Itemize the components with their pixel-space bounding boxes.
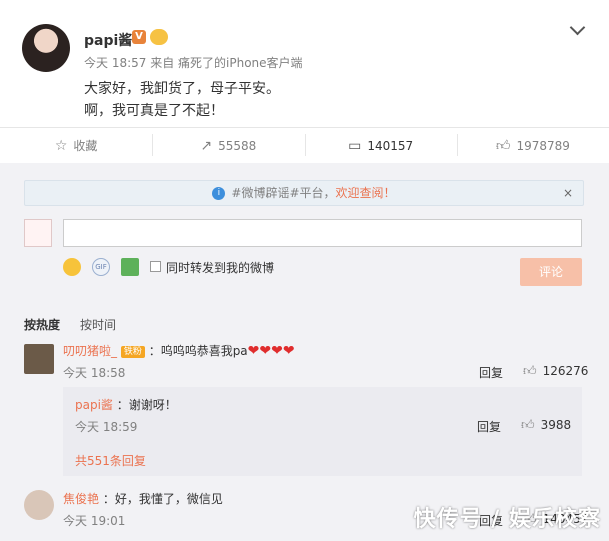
repost-button[interactable]: ↗ 55588 [152, 128, 304, 163]
chevron-down-icon[interactable] [569, 19, 586, 36]
commenter-name[interactable]: 叨叨猪啦_ [63, 344, 117, 358]
sort-by-time[interactable]: 按时间 [80, 316, 116, 333]
reply-author[interactable]: papi酱 [75, 398, 113, 412]
reply-row: papi酱 ：谢谢呀！ [75, 396, 177, 413]
reply-button[interactable]: 回复 [479, 364, 503, 381]
view-all-replies-link[interactable]: 共551条回复 [75, 452, 146, 469]
post-line-1: 大家好，我卸货了，母子平安。 [84, 81, 280, 97]
reply-button[interactable]: 回复 [477, 418, 501, 435]
comment-text: ：好，我懂了，微信见 [102, 492, 223, 506]
comment-time: 今天 18:58 [63, 366, 126, 380]
thumbs-up-icon: 👍︎ [495, 137, 511, 154]
my-avatar [24, 219, 52, 247]
close-icon[interactable]: × [563, 186, 573, 200]
reply-like-button[interactable]: 👍︎ 3988 [521, 418, 571, 433]
gif-icon[interactable]: GIF [92, 258, 110, 276]
comment-text: ：呜呜呜恭喜我pa [148, 344, 248, 358]
submit-comment-button[interactable]: 评论 [520, 258, 582, 286]
comment-like-button[interactable]: 👍︎ 126276 [523, 364, 588, 379]
repost-count: 55588 [218, 138, 257, 153]
comment-button[interactable]: ▭ 140157 [304, 128, 457, 163]
post-meta: 今天 18:57 来自 痛死了的iPhone客户端 [84, 56, 303, 70]
notice-link[interactable]: 欢迎查阅！ [336, 186, 396, 200]
comment-time: 今天 19:01 [63, 514, 126, 528]
commenter-avatar[interactable] [24, 490, 54, 520]
comment-like-count: 126276 [542, 364, 589, 378]
author-avatar[interactable] [22, 24, 70, 72]
info-icon: i [212, 187, 226, 200]
notice-banner: i #微博辟谣#平台，欢迎查阅！ × [24, 180, 584, 206]
thumbs-up-icon: 👍︎ [521, 418, 535, 433]
heart-icons: ❤❤❤❤ [247, 343, 295, 359]
author-name[interactable]: papi酱 [84, 30, 132, 50]
favorite-button[interactable]: ☆ 收藏 [0, 128, 152, 163]
sort-by-hot[interactable]: 按热度 [24, 316, 60, 333]
fan-badge: 铁粉 [120, 345, 145, 358]
forward-checkbox[interactable] [150, 261, 161, 272]
image-icon[interactable] [121, 258, 139, 276]
comment-count: 140157 [367, 138, 414, 153]
watermark: 快传号 / 娱乐校察 [413, 507, 601, 532]
post-line-2: 啊，我可真是了不起！ [84, 103, 224, 119]
reply-time: 今天 18:59 [75, 420, 138, 434]
emoji-icon[interactable] [63, 258, 81, 276]
favorite-label: 收藏 [73, 139, 98, 153]
commenter-name[interactable]: 焦俊艳 [63, 492, 99, 506]
notice-text: #微博辟谣#平台， [231, 186, 336, 200]
star-icon: ☆ [54, 137, 68, 154]
comment-row: 叨叨猪啦_ 铁粉 ：呜呜呜恭喜我pa❤❤❤❤ [63, 342, 295, 359]
like-count: 1978789 [516, 138, 570, 153]
comment-input[interactable] [63, 219, 582, 247]
comment-row: 焦俊艳 ：好，我懂了，微信见 [63, 490, 223, 507]
reply-text: ：谢谢呀！ [116, 398, 177, 412]
comment-icon: ▭ [348, 137, 362, 154]
member-badge-icon[interactable] [150, 29, 168, 45]
action-bar: ☆ 收藏 ↗ 55588 ▭ 140157 👍︎ 1978789 [0, 128, 609, 163]
thumbs-up-icon: 👍︎ [523, 364, 537, 379]
share-icon: ↗ [200, 137, 213, 154]
commenter-avatar[interactable] [24, 344, 54, 374]
like-button[interactable]: 👍︎ 1978789 [456, 128, 609, 163]
verified-icon: V [132, 30, 146, 44]
forward-label: 同时转发到我的微博 [166, 261, 275, 275]
reply-like-count: 3988 [540, 418, 572, 432]
